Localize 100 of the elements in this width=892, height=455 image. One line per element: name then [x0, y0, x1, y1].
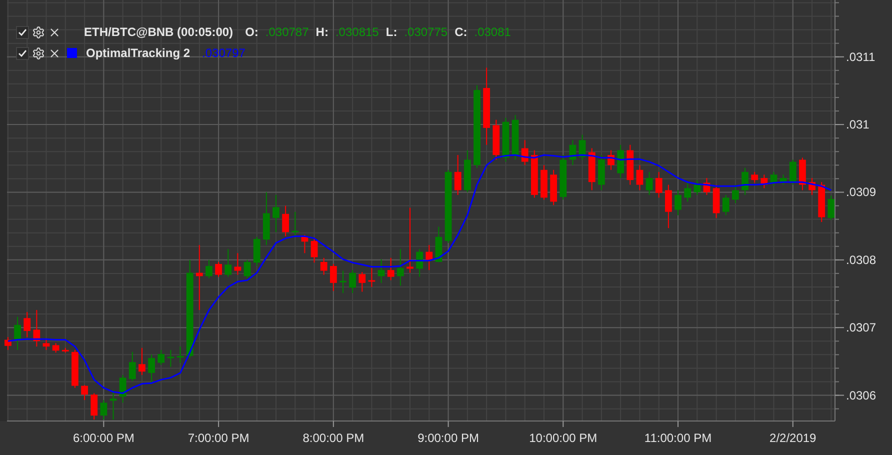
candlestick [416, 248, 423, 278]
ohlc-label: L: [386, 25, 398, 39]
candlestick [674, 190, 682, 216]
visibility-checkbox[interactable] [16, 26, 29, 38]
candlestick [722, 194, 730, 216]
candlestick [751, 171, 758, 184]
ohlc-value: .030775 [404, 25, 448, 39]
candlestick [72, 349, 78, 388]
candlestick [320, 257, 328, 276]
x-axis-label: 9:00:00 PM [418, 431, 479, 445]
candlestick [253, 236, 260, 266]
candlestick [608, 150, 614, 170]
series-title: OptimalTracking 2 [86, 46, 190, 60]
candlestick [732, 184, 739, 204]
ohlc-value: .030815 [335, 25, 379, 39]
candlestick [378, 258, 385, 284]
candlestick [521, 140, 528, 166]
candlestick [578, 134, 586, 160]
candlestick [540, 164, 548, 200]
candlestick [569, 140, 576, 166]
y-axis-label: .0308 [846, 252, 876, 267]
candlestick [464, 150, 471, 193]
candlestick [406, 207, 414, 274]
x-axis-label: 7:00:00 PM [188, 431, 250, 445]
candlestick [808, 178, 816, 196]
candlestick [310, 238, 318, 264]
candlestick [828, 195, 835, 220]
series-title: ETH/BTC@BNB (00:05:00) [84, 25, 234, 39]
candlestick [349, 270, 356, 294]
candlestick [158, 349, 165, 366]
candlestick [128, 351, 136, 382]
ohlc-label: O: [245, 25, 258, 39]
candlestick [694, 180, 701, 196]
candlestick [330, 263, 337, 292]
candlestick [770, 171, 778, 187]
candlestick [712, 184, 720, 218]
candlestick [262, 192, 270, 246]
candlestick [301, 234, 308, 254]
candlestick [502, 117, 510, 162]
candlestick [24, 312, 31, 338]
candlestick [52, 342, 60, 354]
candlestick [426, 244, 433, 271]
candlestick [244, 259, 251, 279]
candlestick [33, 310, 40, 348]
ohlc-label: C: [454, 25, 468, 39]
candlestick [703, 178, 710, 196]
candlestick [684, 182, 692, 202]
candlestick [665, 184, 672, 229]
x-axis-label: 11:00:00 PM [644, 431, 712, 445]
ohlc-value: .03081 [474, 25, 511, 39]
candlestick [119, 374, 126, 404]
settings-icon[interactable] [32, 46, 45, 60]
candlestick [167, 349, 174, 368]
candlestick [4, 336, 12, 350]
candlestick [292, 211, 299, 238]
candlestick [176, 346, 184, 364]
candlestick [550, 169, 558, 206]
candlestick [636, 164, 644, 191]
close-icon[interactable] [48, 46, 61, 60]
candlestick [100, 400, 108, 420]
candlestick [234, 252, 242, 276]
candlestick [435, 226, 442, 262]
candlestick [492, 119, 500, 160]
candlestick [799, 157, 806, 191]
candlestick [62, 347, 69, 354]
candlestick [110, 389, 117, 420]
ohlc-value: .030787 [265, 25, 309, 39]
candlestick [368, 268, 376, 288]
candlestick [396, 248, 404, 286]
close-icon[interactable] [48, 26, 61, 38]
candlestick [90, 392, 98, 420]
candlestick [626, 144, 634, 186]
candlestick [81, 384, 88, 401]
indicator-value: .030797 [202, 46, 246, 60]
candlestick [780, 174, 787, 186]
x-axis-label: 6:00:00 PM [73, 431, 134, 445]
candlestick [358, 272, 366, 292]
y-axis-label: .0309 [846, 185, 876, 200]
candlestick [742, 167, 748, 196]
candlestick [818, 182, 826, 222]
candlestick [14, 316, 21, 350]
candlestick [215, 261, 222, 278]
candlestick [617, 144, 624, 178]
settings-icon[interactable] [32, 26, 45, 38]
candlestick [646, 171, 653, 196]
candlestick [42, 339, 50, 350]
candlestick [138, 347, 146, 376]
candlestick [224, 248, 232, 278]
y-axis-label: .0306 [846, 388, 876, 402]
candlestick [148, 354, 155, 384]
ohlc-label: H: [316, 25, 328, 39]
candlestick [196, 244, 203, 310]
candlestick [454, 154, 462, 196]
y-axis-label: .0307 [846, 320, 876, 335]
candlestick [206, 259, 212, 279]
visibility-checkbox[interactable] [16, 46, 29, 60]
candlestick [272, 194, 280, 233]
y-axis-label: .031 [846, 118, 870, 132]
candlestick [789, 159, 796, 186]
x-axis-label: 8:00:00 PM [302, 431, 364, 445]
